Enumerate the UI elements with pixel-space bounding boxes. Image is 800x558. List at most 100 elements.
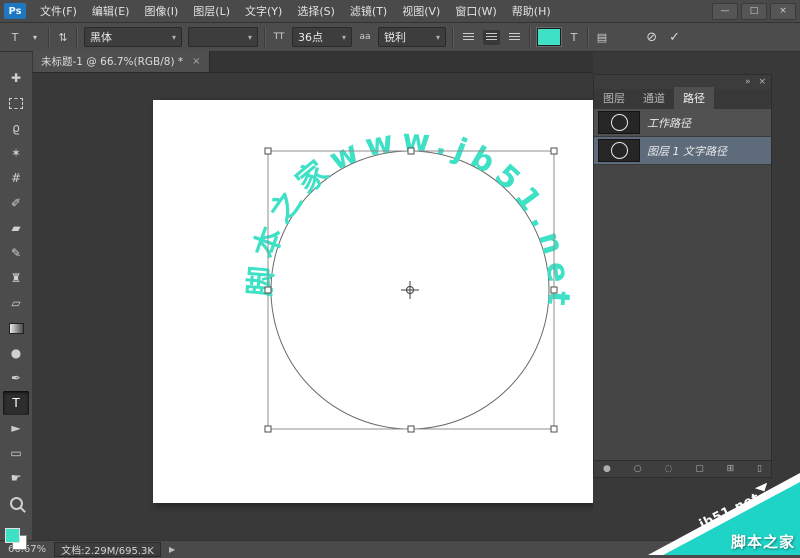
photoshop-logo-icon: Ps — [4, 3, 26, 19]
menu-type[interactable]: 文字(Y) — [238, 1, 289, 21]
tab-paths[interactable]: 路径 — [674, 87, 714, 109]
quick-selection-tool[interactable]: ✶ — [3, 141, 29, 165]
menu-select[interactable]: 选择(S) — [290, 1, 342, 21]
path-thumbnail — [598, 139, 640, 162]
anti-alias-value: 锐利 — [384, 29, 406, 45]
font-size-select[interactable]: 36点 ▾ — [292, 27, 352, 47]
handle-top-center[interactable] — [408, 148, 414, 154]
text-color-swatch[interactable] — [537, 28, 561, 46]
document-canvas[interactable]: 脚本之家www.jb51.net — [153, 100, 593, 503]
font-family-select[interactable]: 黑体 ▾ — [84, 27, 182, 47]
reference-point-icon[interactable] — [401, 281, 419, 299]
color-swatches — [5, 528, 27, 550]
align-center-button[interactable] — [483, 30, 500, 45]
align-center-icon — [486, 33, 497, 42]
font-size-value: 36点 — [298, 29, 323, 45]
tab-layers[interactable]: 图层 — [594, 87, 634, 109]
menu-file[interactable]: 文件(F) — [33, 1, 84, 21]
handle-top-right[interactable] — [551, 148, 557, 154]
rectangle-tool[interactable]: ▭ — [3, 441, 29, 465]
close-panel-icon[interactable]: × — [758, 77, 766, 87]
tool-preset-caret-icon[interactable]: ▾ — [28, 33, 42, 42]
stroke-path-icon[interactable]: ○ — [634, 464, 642, 474]
edit-confirm-group: ⊘ ✓ — [646, 30, 680, 45]
gradient-icon — [9, 323, 24, 334]
tab-channels[interactable]: 通道 — [634, 87, 674, 109]
canvas-column: 未标题-1 @ 66.7%(RGB/8) * × 脚本之家www.jb51.ne… — [33, 52, 593, 540]
menu-edit[interactable]: 编辑(E) — [85, 1, 137, 21]
horizontal-type-tool[interactable]: T — [3, 391, 29, 415]
separator — [587, 27, 589, 47]
load-selection-icon[interactable]: ◌ — [664, 464, 672, 474]
separator — [529, 27, 531, 47]
eraser-tool[interactable]: ▱ — [3, 291, 29, 315]
foreground-color-swatch[interactable] — [5, 528, 20, 543]
toggle-text-orientation-icon[interactable]: ⇅ — [56, 31, 70, 44]
collapse-dock-icon[interactable]: » — [745, 77, 751, 87]
status-expand-icon[interactable]: ▶ — [169, 545, 175, 554]
anti-alias-icon: aa — [358, 32, 372, 42]
align-right-icon — [509, 33, 520, 42]
pen-tool[interactable]: ✒ — [3, 366, 29, 390]
anti-alias-select[interactable]: 锐利 ▾ — [378, 27, 446, 47]
font-style-select[interactable]: ▾ — [188, 27, 258, 47]
eyedropper-tool[interactable]: ✐ — [3, 191, 29, 215]
crop-tool[interactable]: # — [3, 166, 29, 190]
path-row-label: 图层 1 文字路径 — [647, 143, 727, 159]
fill-path-icon[interactable]: ● — [603, 464, 611, 474]
blur-tool[interactable]: ● — [3, 341, 29, 365]
gradient-tool[interactable] — [3, 316, 29, 340]
separator — [452, 27, 454, 47]
toggle-panels-icon[interactable]: ▤ — [595, 31, 609, 44]
handle-middle-right[interactable] — [551, 287, 557, 293]
path-selection-tool[interactable]: ► — [3, 416, 29, 440]
zoom-tool[interactable] — [3, 491, 29, 515]
tools-panel: ✚ ϱ ✶ # ✐ ▰ ✎ ♜ ▱ ● ✒ T ► ▭ ☛ — [0, 52, 33, 540]
minimize-icon[interactable]: — — [712, 3, 738, 20]
menu-image[interactable]: 图像(I) — [137, 1, 185, 21]
handle-bottom-left[interactable] — [265, 426, 271, 432]
align-right-button[interactable] — [506, 30, 523, 45]
font-size-icon: TT — [272, 32, 286, 42]
marquee-icon — [9, 98, 23, 109]
make-work-path-icon[interactable]: ▢ — [695, 464, 704, 474]
path-row-label: 工作路径 — [647, 115, 691, 131]
document-tab[interactable]: 未标题-1 @ 66.7%(RGB/8) * × — [33, 51, 210, 72]
tool-options-bar: T ▾ ⇅ 黑体 ▾ ▾ TT 36点 ▾ aa 锐利 ▾ T ▤ — [0, 23, 800, 52]
handle-top-left[interactable] — [265, 148, 271, 154]
path-row-type-path[interactable]: 图层 1 文字路径 — [594, 137, 771, 165]
warp-text-icon[interactable]: T — [567, 31, 581, 44]
spot-healing-brush-tool[interactable]: ▰ — [3, 216, 29, 240]
menu-window[interactable]: 窗口(W) — [448, 1, 503, 21]
align-left-button[interactable] — [460, 30, 477, 45]
menu-view[interactable]: 视图(V) — [395, 1, 447, 21]
title-bar: Ps 文件(F) 编辑(E) 图像(I) 图层(L) 文字(Y) 选择(S) 滤… — [0, 0, 800, 23]
menu-filter[interactable]: 滤镜(T) — [343, 1, 394, 21]
menu-help[interactable]: 帮助(H) — [505, 1, 558, 21]
panel-tabs: 图层 通道 路径 — [594, 89, 771, 109]
handle-middle-left[interactable] — [265, 287, 271, 293]
lasso-tool[interactable]: ϱ — [3, 116, 29, 140]
canvas-area[interactable]: 脚本之家www.jb51.net — [33, 73, 593, 540]
separator — [76, 27, 78, 47]
type-tool-preset-icon[interactable]: T — [8, 31, 22, 44]
new-path-icon[interactable]: ⊞ — [727, 464, 735, 474]
clone-stamp-tool[interactable]: ♜ — [3, 266, 29, 290]
chevron-down-icon: ▾ — [342, 33, 346, 42]
delete-path-icon[interactable]: ▯ — [757, 464, 762, 474]
move-tool[interactable]: ✚ — [3, 66, 29, 90]
commit-edit-icon[interactable]: ✓ — [669, 30, 680, 45]
menu-layer[interactable]: 图层(L) — [186, 1, 237, 21]
cancel-edit-icon[interactable]: ⊘ — [646, 30, 657, 45]
rectangular-marquee-tool[interactable] — [3, 91, 29, 115]
restore-icon[interactable]: □ — [741, 3, 767, 20]
handle-bottom-right[interactable] — [551, 426, 557, 432]
hand-tool[interactable]: ☛ — [3, 466, 29, 490]
path-thumbnail — [598, 111, 640, 134]
path-row-work-path[interactable]: 工作路径 — [594, 109, 771, 137]
tab-close-icon[interactable]: × — [192, 56, 200, 67]
handle-bottom-center[interactable] — [408, 426, 414, 432]
brush-tool[interactable]: ✎ — [3, 241, 29, 265]
panel-empty-area — [594, 165, 771, 460]
close-icon[interactable]: × — [770, 3, 796, 20]
